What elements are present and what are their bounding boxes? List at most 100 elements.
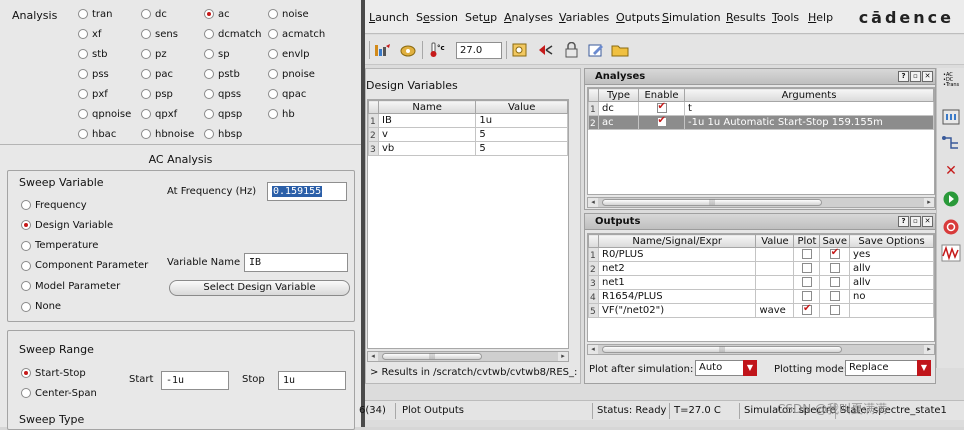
cell-plot[interactable] [793, 303, 821, 318]
menu-session[interactable]: Session [416, 11, 458, 24]
close-icon[interactable]: ✕ [922, 71, 933, 82]
checkbox-icon[interactable] [829, 291, 840, 301]
radio-analysis-hb[interactable]: hb [268, 107, 295, 121]
cell-arguments[interactable]: -1u 1u Automatic Start-Stop 159.155m [684, 115, 934, 130]
radio-button-icon[interactable] [141, 29, 151, 39]
radio-analysis-psp[interactable]: psp [141, 87, 173, 101]
radio-button-icon[interactable] [141, 49, 151, 59]
column-header-value[interactable]: Value [475, 100, 568, 114]
radio-button-icon[interactable] [21, 200, 31, 210]
cell-save-options[interactable]: allv [849, 261, 934, 276]
menu-setup[interactable]: Setup [465, 11, 497, 24]
radio-analysis-dc[interactable]: dc [141, 7, 167, 21]
radio-analysis-qpsp[interactable]: qpsp [204, 107, 242, 121]
cell-save[interactable] [819, 261, 850, 276]
plot-after-select[interactable]: Auto ▼ [695, 360, 757, 376]
close-icon[interactable]: ✕ [922, 216, 933, 227]
menu-simulation[interactable]: Simulation [662, 11, 721, 24]
at-frequency-field[interactable]: 0.159155 [267, 182, 347, 201]
table-row[interactable]: 1R0/PLUS yes [588, 247, 934, 262]
cell-name[interactable]: v [377, 127, 477, 142]
radio-button-icon[interactable] [21, 240, 31, 251]
radio-button-icon[interactable] [78, 49, 88, 59]
radio-button-icon[interactable] [21, 368, 31, 378]
checkbox-icon[interactable] [829, 277, 840, 287]
scroll-left-arrow[interactable]: ◂ [368, 352, 378, 361]
netlist-icon[interactable] [941, 108, 961, 126]
radio-analysis-tran[interactable]: tran [78, 7, 113, 21]
stop-simulation-icon[interactable] [941, 218, 961, 236]
radio-analysis-pstb[interactable]: pstb [204, 67, 240, 81]
checkbox-icon[interactable] [801, 291, 812, 301]
radio-button-icon[interactable] [141, 109, 151, 119]
cell-save-options[interactable]: allv [849, 275, 934, 290]
radio-button-icon[interactable] [78, 89, 88, 99]
cell-enable[interactable] [638, 101, 685, 116]
help-icon[interactable]: ? [898, 216, 909, 227]
cell-save-options[interactable] [849, 303, 934, 318]
column-header-save-options[interactable]: Save Options [849, 234, 934, 248]
radio-analysis-stb[interactable]: stb [78, 47, 107, 61]
checkbox-icon[interactable] [801, 277, 812, 287]
radio-button-icon[interactable] [268, 49, 278, 59]
column-header-save[interactable]: Save [819, 234, 850, 248]
scroll-right-arrow[interactable]: ▸ [924, 198, 934, 207]
menu-help[interactable]: Help [808, 11, 833, 24]
radio-button-icon[interactable] [141, 129, 151, 139]
cell-save[interactable] [819, 289, 850, 304]
menu-variables[interactable]: Variables [559, 11, 609, 24]
checkbox-icon[interactable] [801, 249, 812, 259]
edit-icon[interactable] [587, 42, 605, 58]
cell-plot[interactable] [793, 289, 821, 304]
cell-name[interactable]: vb [377, 141, 477, 156]
menu-tools[interactable]: Tools [772, 11, 799, 24]
scroll-right-arrow[interactable]: ▸ [558, 352, 568, 361]
menu-launch[interactable]: Launch [369, 11, 409, 24]
radio-sweep-frequency[interactable]: Frequency [21, 198, 87, 212]
radio-button-icon[interactable] [204, 69, 214, 79]
cell-plot[interactable] [793, 261, 821, 276]
radio-range-start-stop[interactable]: Start-Stop [21, 366, 86, 380]
design-variables-scrollbar[interactable]: ◂ ||| ▸ [367, 351, 569, 362]
radio-analysis-pxf[interactable]: pxf [78, 87, 108, 101]
scroll-left-arrow[interactable]: ◂ [588, 345, 598, 354]
float-icon[interactable]: ▫ [910, 216, 921, 227]
radio-button-icon[interactable] [21, 260, 31, 271]
radio-button-icon[interactable] [21, 301, 31, 312]
radio-analysis-hbac[interactable]: hbac [78, 127, 116, 141]
column-header-value[interactable]: Value [755, 234, 795, 248]
radio-analysis-qpxf[interactable]: qpxf [141, 107, 177, 121]
table-row[interactable]: 2ac -1u 1u Automatic Start-Stop 159.155m [588, 115, 934, 130]
radio-button-icon[interactable] [141, 89, 151, 99]
temperature-field[interactable]: 27.0 [456, 42, 502, 59]
radio-button-icon[interactable] [268, 69, 278, 79]
table-row[interactable]: 1dc t [588, 101, 934, 116]
radio-button-icon[interactable] [204, 129, 214, 139]
column-header-arguments[interactable]: Arguments [684, 88, 934, 102]
help-icon[interactable]: ? [898, 71, 909, 82]
checkbox-icon[interactable] [829, 263, 840, 273]
radio-button-icon[interactable] [204, 9, 214, 19]
radio-analysis-envlp[interactable]: envlp [268, 47, 310, 61]
table-row[interactable]: 1 IB 1u [368, 113, 568, 128]
table-row[interactable]: 2v5 [368, 127, 568, 142]
radio-button-icon[interactable] [141, 69, 151, 79]
float-icon[interactable]: ▫ [910, 71, 921, 82]
radio-analysis-sp[interactable]: sp [204, 47, 230, 61]
stop-field[interactable]: 1u [278, 371, 346, 390]
radio-analysis-hbnoise[interactable]: hbnoise [141, 127, 194, 141]
column-header-enable[interactable]: Enable [638, 88, 685, 102]
radio-button-icon[interactable] [268, 109, 278, 119]
table-row[interactable]: 2 net2 allv [588, 261, 934, 276]
cell-save[interactable] [819, 275, 850, 290]
cell-save[interactable] [819, 303, 850, 318]
setup-model-icon[interactable] [399, 42, 417, 58]
scroll-right-arrow[interactable]: ▸ [924, 345, 934, 354]
radio-button-icon[interactable] [204, 89, 214, 99]
checkbox-icon[interactable] [656, 103, 667, 113]
analysis-types-icon[interactable]: •AC •DC •Trans [941, 70, 961, 88]
cell-name[interactable]: IB [377, 113, 477, 128]
menu-outputs[interactable]: Outputs [616, 11, 660, 24]
cell-name[interactable]: net2 [597, 261, 757, 276]
table-row[interactable]: 3 net1 allv [588, 275, 934, 290]
